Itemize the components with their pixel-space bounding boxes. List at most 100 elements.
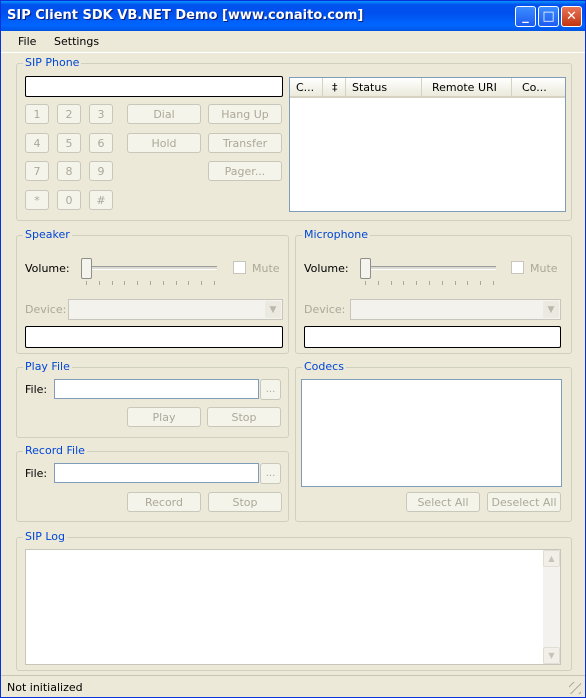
column-header-call[interactable]: C... — [290, 78, 323, 98]
column-header-codec[interactable]: Co... — [512, 78, 565, 98]
status-bar: Not initialized — [1, 675, 585, 697]
speaker-label: Speaker — [23, 228, 72, 241]
slider-tick — [391, 281, 392, 285]
hang-up-button[interactable]: Hang Up — [208, 104, 282, 124]
record-file-browse-button[interactable]: ... — [260, 463, 281, 484]
keypad-0-button[interactable]: 0 — [57, 190, 81, 210]
close-icon: ✕ — [566, 9, 577, 24]
slider-tick — [163, 281, 164, 285]
microphone-volume-label: Volume: — [304, 262, 349, 275]
speaker-mute-checkbox[interactable] — [233, 261, 246, 274]
select-all-button[interactable]: Select All — [406, 492, 480, 512]
microphone-info-box — [304, 326, 561, 348]
dial-button[interactable]: Dial — [127, 104, 201, 124]
deselect-all-button[interactable]: Deselect All — [487, 492, 561, 512]
record-file-field-label: File: — [25, 467, 48, 480]
slider-tick — [124, 281, 125, 285]
record-button[interactable]: Record — [127, 492, 201, 512]
slider-tick — [442, 281, 443, 285]
play-file-field-label: File: — [25, 383, 48, 396]
title-bar[interactable]: SIP Client SDK VB.NET Demo [www.conaito.… — [1, 1, 585, 31]
slider-tick — [176, 281, 177, 285]
column-header-sort[interactable]: ‡ — [323, 78, 346, 98]
menu-settings[interactable]: Settings — [54, 35, 99, 48]
phone-number-input[interactable] — [25, 76, 283, 97]
sip-log-textarea[interactable] — [25, 549, 561, 665]
speaker-device-select[interactable]: ▼ — [68, 299, 283, 320]
play-file-input[interactable] — [54, 379, 259, 399]
scroll-up-icon[interactable]: ▲ — [543, 550, 560, 567]
slider-tick — [403, 281, 404, 285]
resize-grip-icon[interactable] — [569, 682, 581, 694]
microphone-mute-label: Mute — [530, 262, 558, 275]
maximize-button[interactable]: □ — [538, 6, 559, 27]
microphone-label: Microphone — [302, 228, 371, 241]
slider-tick — [188, 281, 189, 285]
play-file-group: Play File — [16, 360, 289, 438]
microphone-mute-checkbox[interactable] — [511, 261, 524, 274]
speaker-volume-label: Volume: — [25, 262, 70, 275]
sip-phone-label: SIP Phone — [23, 56, 82, 69]
speaker-info-box — [25, 326, 283, 348]
slider-tick — [493, 281, 494, 285]
microphone-volume-track — [363, 266, 496, 270]
record-file-label: Record File — [23, 444, 87, 457]
window-title: SIP Client SDK VB.NET Demo [www.conaito.… — [7, 8, 364, 23]
slider-tick — [429, 281, 430, 285]
speaker-volume-slider[interactable] — [81, 258, 92, 279]
slider-tick — [214, 281, 215, 285]
maximize-icon: □ — [542, 9, 555, 24]
slider-tick — [365, 281, 366, 285]
keypad-5-button[interactable]: 5 — [57, 133, 81, 153]
close-button[interactable]: ✕ — [561, 6, 582, 27]
slider-tick — [150, 281, 151, 285]
speaker-volume-track — [84, 266, 217, 270]
slider-tick — [112, 281, 113, 285]
keypad-8-button[interactable]: 8 — [57, 161, 81, 181]
record-stop-button[interactable]: Stop — [208, 492, 282, 512]
minimize-button[interactable]: _ — [515, 6, 536, 27]
keypad-6-button[interactable]: 6 — [89, 133, 113, 153]
slider-tick — [480, 281, 481, 285]
sip-log-scrollbar[interactable]: ▲ ▼ — [543, 550, 560, 664]
slider-tick — [467, 281, 468, 285]
keypad-1-button[interactable]: 1 — [25, 104, 49, 124]
play-stop-button[interactable]: Stop — [207, 407, 281, 427]
scroll-down-icon[interactable]: ▼ — [543, 647, 560, 664]
speaker-mute-label: Mute — [252, 262, 280, 275]
slider-tick — [201, 281, 202, 285]
keypad-3-button[interactable]: 3 — [89, 104, 113, 124]
keypad-hash-button[interactable]: # — [89, 190, 113, 210]
hold-button[interactable]: Hold — [127, 133, 201, 153]
slider-tick — [455, 281, 456, 285]
minimize-icon: _ — [522, 9, 529, 24]
record-file-input[interactable] — [54, 463, 259, 483]
play-file-label: Play File — [23, 360, 72, 373]
column-header-status[interactable]: Status — [346, 78, 422, 98]
chevron-down-icon: ▼ — [265, 301, 281, 318]
speaker-device-label: Device: — [25, 303, 67, 316]
play-button[interactable]: Play — [127, 407, 201, 427]
slider-tick — [416, 281, 417, 285]
chevron-down-icon: ▼ — [543, 301, 559, 318]
microphone-device-select[interactable]: ▼ — [350, 299, 561, 320]
keypad-star-button[interactable]: * — [25, 190, 49, 210]
transfer-button[interactable]: Transfer — [208, 133, 282, 153]
sip-log-label: SIP Log — [23, 530, 68, 543]
keypad-2-button[interactable]: 2 — [57, 104, 81, 124]
codecs-label: Codecs — [302, 360, 346, 373]
keypad-9-button[interactable]: 9 — [89, 161, 113, 181]
microphone-volume-slider[interactable] — [360, 258, 371, 279]
keypad-7-button[interactable]: 7 — [25, 161, 49, 181]
pager-button[interactable]: Pager... — [208, 161, 282, 181]
microphone-device-label: Device: — [304, 303, 346, 316]
calls-list[interactable]: C... ‡ Status Remote URI Co... — [289, 77, 566, 212]
play-file-browse-button[interactable]: ... — [260, 379, 281, 400]
menu-file[interactable]: File — [18, 35, 36, 48]
status-text: Not initialized — [7, 681, 83, 694]
keypad-4-button[interactable]: 4 — [25, 133, 49, 153]
menu-bar: File Settings — [1, 31, 585, 53]
codecs-list[interactable] — [301, 379, 562, 487]
slider-tick — [86, 281, 87, 285]
column-header-remote-uri[interactable]: Remote URI — [422, 78, 512, 98]
